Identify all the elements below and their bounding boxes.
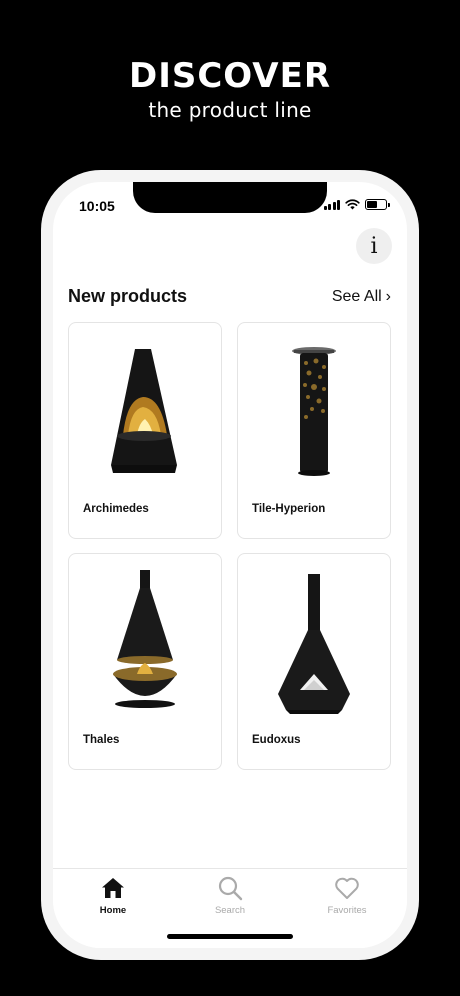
- product-name: Eudoxus: [252, 734, 301, 746]
- product-name: Tile-Hyperion: [252, 503, 326, 515]
- tab-label: Home: [99, 905, 127, 916]
- see-all-link[interactable]: See All ›: [332, 288, 391, 306]
- tab-label: Search: [214, 905, 246, 916]
- search-icon: [218, 876, 243, 901]
- tab-search[interactable]: Search: [190, 875, 270, 921]
- notch: [133, 182, 327, 213]
- product-name: Archimedes: [83, 503, 149, 515]
- product-image-eudoxus: [238, 570, 390, 714]
- status-icons: [323, 199, 390, 210]
- product-name: Thales: [83, 734, 120, 746]
- home-icon: [102, 878, 124, 898]
- promo-title: DISCOVER: [128, 56, 332, 96]
- wifi-icon: [345, 199, 360, 210]
- product-image-archimedes: [69, 339, 221, 479]
- tab-favorites[interactable]: Favorites: [307, 875, 387, 921]
- product-card-archimedes[interactable]: Archimedes: [68, 322, 222, 539]
- battery-icon: [365, 199, 390, 210]
- product-card-tile-hyperion[interactable]: Tile-Hyperion: [237, 322, 391, 539]
- product-image-thales: [69, 570, 221, 710]
- section-title: New products: [68, 286, 188, 306]
- signal-icon: [323, 199, 340, 210]
- chevron-right-icon: ›: [385, 288, 391, 305]
- phone-screen: 10:05 i New products See All › Archimede…: [53, 182, 407, 948]
- promo-page: DISCOVER the product line 10:05 i New pr…: [0, 0, 460, 996]
- tab-label: Favorites: [327, 905, 367, 916]
- product-card-eudoxus[interactable]: Eudoxus: [237, 553, 391, 770]
- product-image-tile-hyperion: [238, 339, 390, 479]
- heart-icon: [335, 877, 359, 899]
- promo-subtitle: the product line: [148, 98, 312, 122]
- see-all-label: See All: [331, 288, 382, 305]
- status-time: 10:05: [79, 198, 115, 214]
- info-button[interactable]: i: [356, 228, 392, 264]
- product-card-thales[interactable]: Thales: [68, 553, 222, 770]
- home-indicator[interactable]: [167, 934, 293, 939]
- tab-home[interactable]: Home: [73, 875, 153, 921]
